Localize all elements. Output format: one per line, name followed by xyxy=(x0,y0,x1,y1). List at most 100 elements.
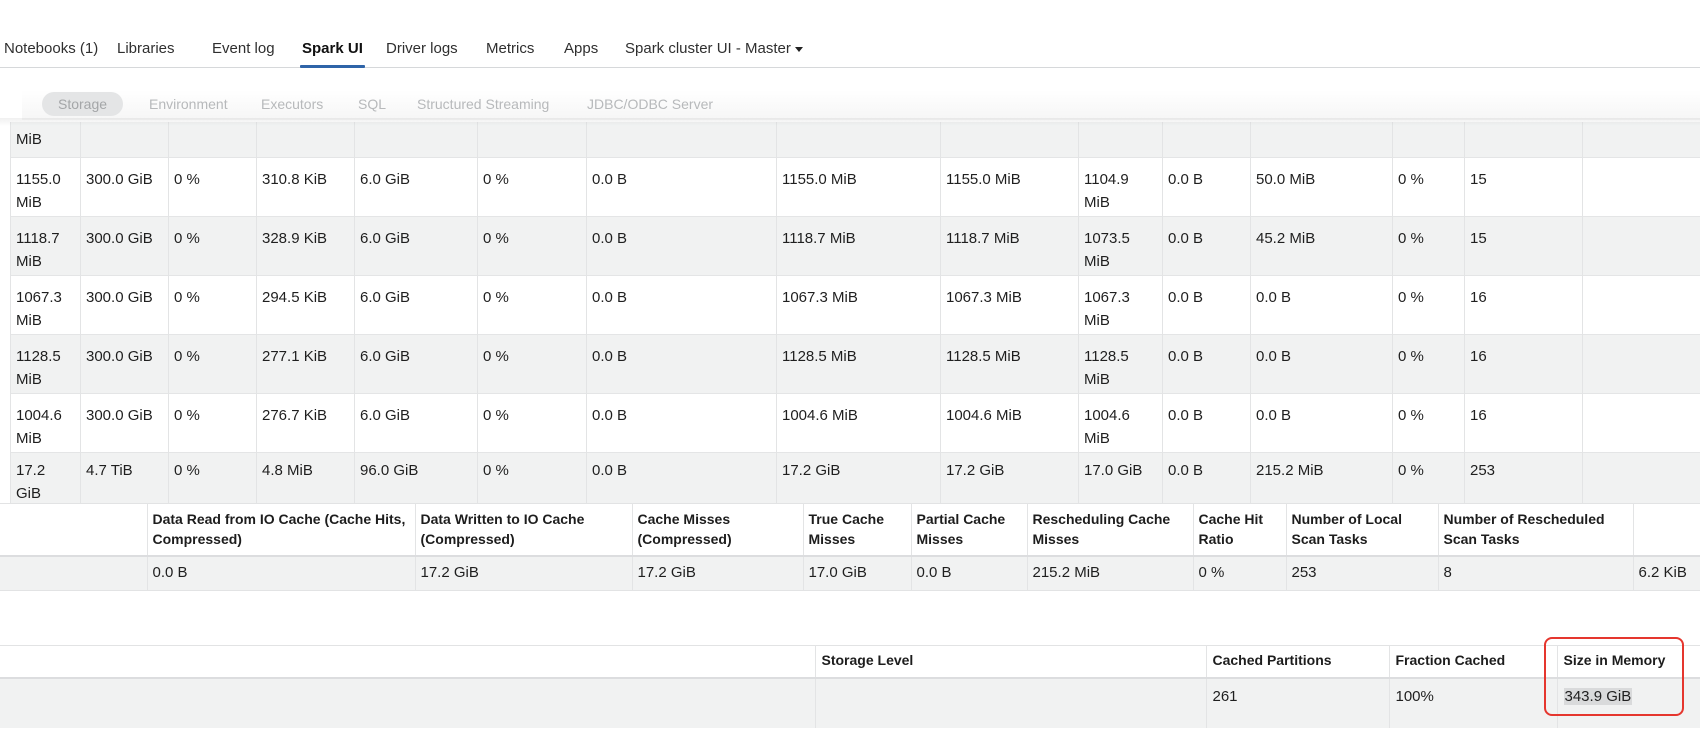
table-cell xyxy=(1464,122,1583,157)
tab-notebooks[interactable]: Notebooks (1) xyxy=(4,40,98,57)
io-cache-table: Data Read from IO Cache (Cache Hits, Com… xyxy=(0,503,1700,591)
subnav-structured-streaming[interactable]: Structured Streaming xyxy=(417,96,549,112)
column-header-data-written-to-io-cache-compressed: Data Written to IO Cache (Compressed) xyxy=(415,503,633,557)
table-cell: 1155.0 MiB xyxy=(10,157,81,216)
subnav-environment[interactable]: Environment xyxy=(149,96,228,112)
table-cell: 276.7 KiB xyxy=(256,393,355,452)
table-cell: 6.0 GiB xyxy=(354,157,478,216)
table-cell: 6.2 KiB xyxy=(1633,555,1700,591)
table-cell xyxy=(477,122,587,157)
table-cell: 0.0 B xyxy=(586,157,777,216)
table-cell xyxy=(1078,122,1163,157)
table-cell: 1128.5 MiB xyxy=(776,334,941,393)
table-cell: 328.9 KiB xyxy=(256,216,355,275)
total-cell: 17.2 GiB xyxy=(776,452,941,505)
table-cell: 0.0 B xyxy=(911,555,1028,591)
table-cell xyxy=(776,122,941,157)
table-cell: 0 % xyxy=(477,334,587,393)
table-cell: 0 % xyxy=(477,275,587,334)
table-cell xyxy=(354,122,478,157)
table-cell xyxy=(940,122,1079,157)
table-row-total: 17.2 GiB 4.7 TiB 0 % 4.8 MiB 96.0 GiB 0 % 0.0 … xyxy=(10,452,1700,505)
table-cell: 1118.7 MiB xyxy=(940,216,1079,275)
table-cell: 15 xyxy=(1464,216,1583,275)
table-cell: 300.0 GiB xyxy=(80,216,169,275)
table-cell xyxy=(1392,122,1465,157)
table-cell: 15 xyxy=(1464,157,1583,216)
size-in-memory-cell: 343.9 GiB xyxy=(1557,677,1700,728)
table-cell xyxy=(80,122,169,157)
table-cell: 300.0 GiB xyxy=(80,275,169,334)
subnav-jdbc-odbc-server[interactable]: JDBC/ODBC Server xyxy=(587,96,713,112)
column-header-data-read-from-io-cache-cache-hits-compressed: Data Read from IO Cache (Cache Hits, Com… xyxy=(147,503,416,557)
table-cell: 17.2 GiB xyxy=(632,555,804,591)
table-row: 1155.0 MiB 300.0 GiB 0 % 310.8 KiB 6.0 GiB 0 … xyxy=(10,157,1700,216)
table-cell: 0.0 B xyxy=(1162,216,1251,275)
table-cell xyxy=(1582,122,1700,157)
table-cell: 1067.3 MiB xyxy=(940,275,1079,334)
table-cell: 0.0 B xyxy=(1250,275,1393,334)
table-cell: 0 % xyxy=(1392,157,1465,216)
table-cell: 0.0 B xyxy=(1162,393,1251,452)
subnav-sql[interactable]: SQL xyxy=(358,96,386,112)
total-cell: 17.2 GiB xyxy=(940,452,1079,505)
tab-driver-logs[interactable]: Driver logs xyxy=(386,40,458,57)
tab-event-log[interactable]: Event log xyxy=(212,40,275,57)
table-cell xyxy=(815,677,1207,728)
table-cell: 100% xyxy=(1389,677,1558,728)
table-cell: 0.0 B xyxy=(586,393,777,452)
table-cell: 1067.3 MiB xyxy=(776,275,941,334)
tab-apps[interactable]: Apps xyxy=(564,40,598,57)
table-cell: 16 xyxy=(1464,334,1583,393)
table-cell: 0.0 B xyxy=(1162,275,1251,334)
column-header-cache-misses-compressed: Cache Misses (Compressed) xyxy=(632,503,804,557)
table-cell: 277.1 KiB xyxy=(256,334,355,393)
io-cache-row: 0.0 B 17.2 GiB 17.2 GiB 17.0 GiB 0.0 B 215.2 … xyxy=(0,555,1700,591)
table-cell: 0 % xyxy=(1193,555,1287,591)
table-cell xyxy=(1582,334,1700,393)
table-cell: 0 % xyxy=(477,216,587,275)
column-header-cache-hit-ratio: Cache Hit Ratio xyxy=(1193,503,1287,557)
column-header-partial-cache-misses: Partial Cache Misses xyxy=(911,503,1028,557)
table-cell: 0.0 B xyxy=(1162,334,1251,393)
table-cell: 6.0 GiB xyxy=(354,216,478,275)
table-cell: 16 xyxy=(1464,393,1583,452)
size-in-memory-value: 343.9 GiB xyxy=(1563,687,1633,705)
table-cell: 215.2 MiB xyxy=(1027,555,1194,591)
rdd-storage-table: Storage Level Cached Partitions Fraction C… xyxy=(0,645,1700,728)
column-header-fraction-cached: Fraction Cached xyxy=(1389,645,1558,679)
table-cell: 261 xyxy=(1206,677,1390,728)
table-cell: 1073.5 MiB xyxy=(1078,216,1163,275)
table-cell xyxy=(1250,122,1393,157)
subnav-executors[interactable]: Executors xyxy=(261,96,323,112)
total-cell: 4.7 TiB xyxy=(80,452,169,505)
table-cell xyxy=(1582,393,1700,452)
table-row: 1067.3 MiB 300.0 GiB 0 % 294.5 KiB 6.0 GiB 0 … xyxy=(10,275,1700,334)
total-cell: 0 % xyxy=(168,452,257,505)
subnav-storage[interactable]: Storage xyxy=(42,92,124,116)
table-cell: 0 % xyxy=(168,393,257,452)
total-cell: 215.2 MiB xyxy=(1250,452,1393,505)
tab-metrics[interactable]: Metrics xyxy=(486,40,534,57)
table-cell: 0 % xyxy=(168,275,257,334)
table-row: 1128.5 MiB 300.0 GiB 0 % 277.1 KiB 6.0 GiB 0 … xyxy=(10,334,1700,393)
column-header-number-of-rescheduled-scan-tasks: Number of Rescheduled Scan Tasks xyxy=(1438,503,1634,557)
table-cell: 300.0 GiB xyxy=(80,393,169,452)
table-cell: 1155.0 MiB xyxy=(776,157,941,216)
table-cell xyxy=(168,122,257,157)
table-cell: 1004.6 MiB xyxy=(10,393,81,452)
column-header-size-in-memory: Size in Memory xyxy=(1557,645,1700,679)
table-cell: 0.0 B xyxy=(1250,393,1393,452)
tab-spark-cluster-ui[interactable]: Spark cluster UI - Master xyxy=(625,40,803,57)
table-cell: 45.2 MiB xyxy=(1250,216,1393,275)
total-cell: 0.0 B xyxy=(1162,452,1251,505)
table-cell: MiB xyxy=(10,122,81,157)
column-header-true-cache-misses: True Cache Misses xyxy=(803,503,912,557)
total-cell: 17.0 GiB xyxy=(1078,452,1163,505)
table-cell: 1004.6 MiB xyxy=(1078,393,1163,452)
column-header-number-of-local-scan-tasks: Number of Local Scan Tasks xyxy=(1286,503,1439,557)
table-cell: 1155.0 MiB xyxy=(940,157,1079,216)
tab-spark-ui[interactable]: Spark UI xyxy=(300,40,365,68)
tab-libraries[interactable]: Libraries xyxy=(117,40,175,57)
table-cell: 1118.7 MiB xyxy=(10,216,81,275)
